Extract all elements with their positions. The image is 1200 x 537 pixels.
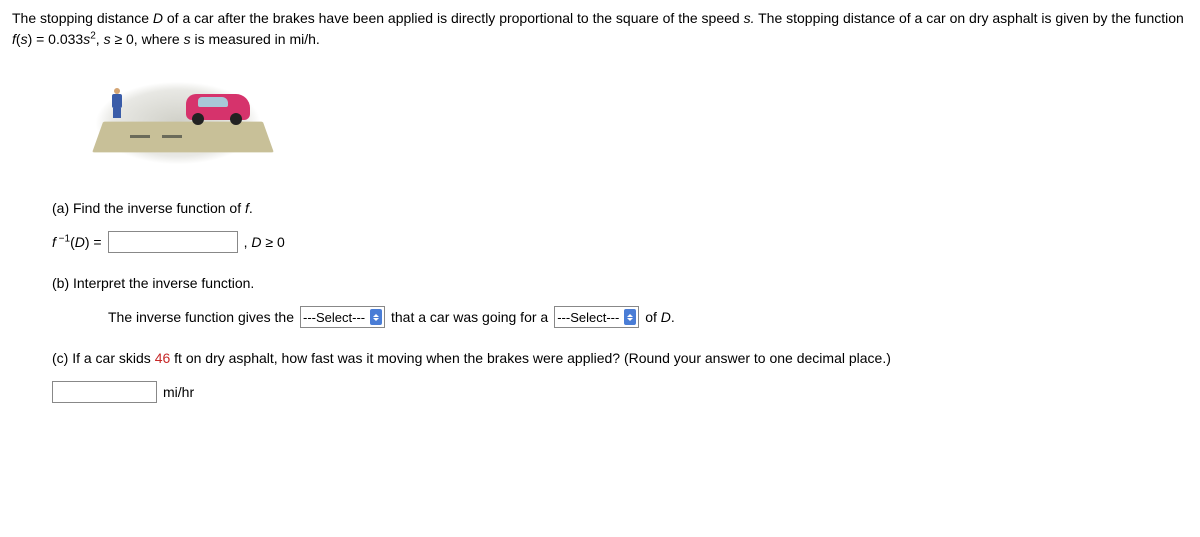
after-input: , D ≥ 0 [244,232,285,253]
finv-input[interactable] [108,231,238,253]
part-b-answer-row: The inverse function gives the ---Select… [108,306,1188,328]
part-b: (b) Interpret the inverse function. The … [52,273,1188,328]
var-s: s. [744,10,755,26]
finv-lhs: f −1(D) = [52,232,102,253]
partb-tail-D: D [661,309,671,325]
formula-s3: s [104,31,111,47]
intro-t1: The stopping distance [12,10,153,26]
car-icon [186,94,250,120]
part-a-label: (a) Find the inverse function of f. [52,198,1188,219]
road [92,122,274,153]
finv-exp: −1 [56,233,70,244]
intro-t3: The stopping distance of a car on dry as… [754,10,1183,26]
skid-scene [68,68,288,178]
part-c-answer-row: mi/hr [52,381,1188,403]
lane-mark [130,135,150,138]
partc-t2: ft on dry asphalt, how fast was it movin… [170,350,891,366]
formula-s: s [21,31,28,47]
finv-close: ) = [85,234,102,250]
part-a-answer-row: f −1(D) = , D ≥ 0 [52,231,1188,253]
part-a-text: (a) Find the inverse function of [52,200,245,216]
select1[interactable]: ---Select--- [300,306,385,328]
partb-tail: of D. [645,307,675,328]
finv-D: D [75,234,85,250]
partc-unit: mi/hr [163,382,194,403]
formula-t2: ) = 0.033 [28,31,84,47]
partb-start: The inverse function gives the [108,307,294,328]
var-D: D [153,10,163,26]
cond-text: ≥ 0 [262,234,285,250]
cond-D: D [251,234,261,250]
illustration [68,68,1188,178]
speed-input[interactable] [52,381,157,403]
part-c-label: (c) If a car skids 46 ft on dry asphalt,… [52,348,1188,369]
part-c: (c) If a car skids 46 ft on dry asphalt,… [52,348,1188,403]
select2[interactable]: ---Select--- [554,306,639,328]
partc-skid-value: 46 [155,350,171,366]
partb-mid: that a car was going for a [391,307,548,328]
intro-t5: ≥ 0, where [111,31,184,47]
partc-t1: (c) If a car skids [52,350,155,366]
select1-wrap: ---Select--- [300,306,385,328]
part-a-dot: . [249,200,253,216]
select2-wrap: ---Select--- [554,306,639,328]
lane-mark [162,135,182,138]
formula-s4: s [184,31,191,47]
intro-t2: of a car after the brakes have been appl… [163,10,744,26]
part-a: (a) Find the inverse function of f. f −1… [52,198,1188,253]
intro-t4: , [96,31,104,47]
partb-tail-of: of [645,309,661,325]
partb-tail-dot: . [671,309,675,325]
problem-intro: The stopping distance D of a car after t… [12,8,1188,50]
part-b-label: (b) Interpret the inverse function. [52,273,1188,294]
intro-t6: is measured in mi/h. [191,31,320,47]
person-icon [110,88,124,118]
